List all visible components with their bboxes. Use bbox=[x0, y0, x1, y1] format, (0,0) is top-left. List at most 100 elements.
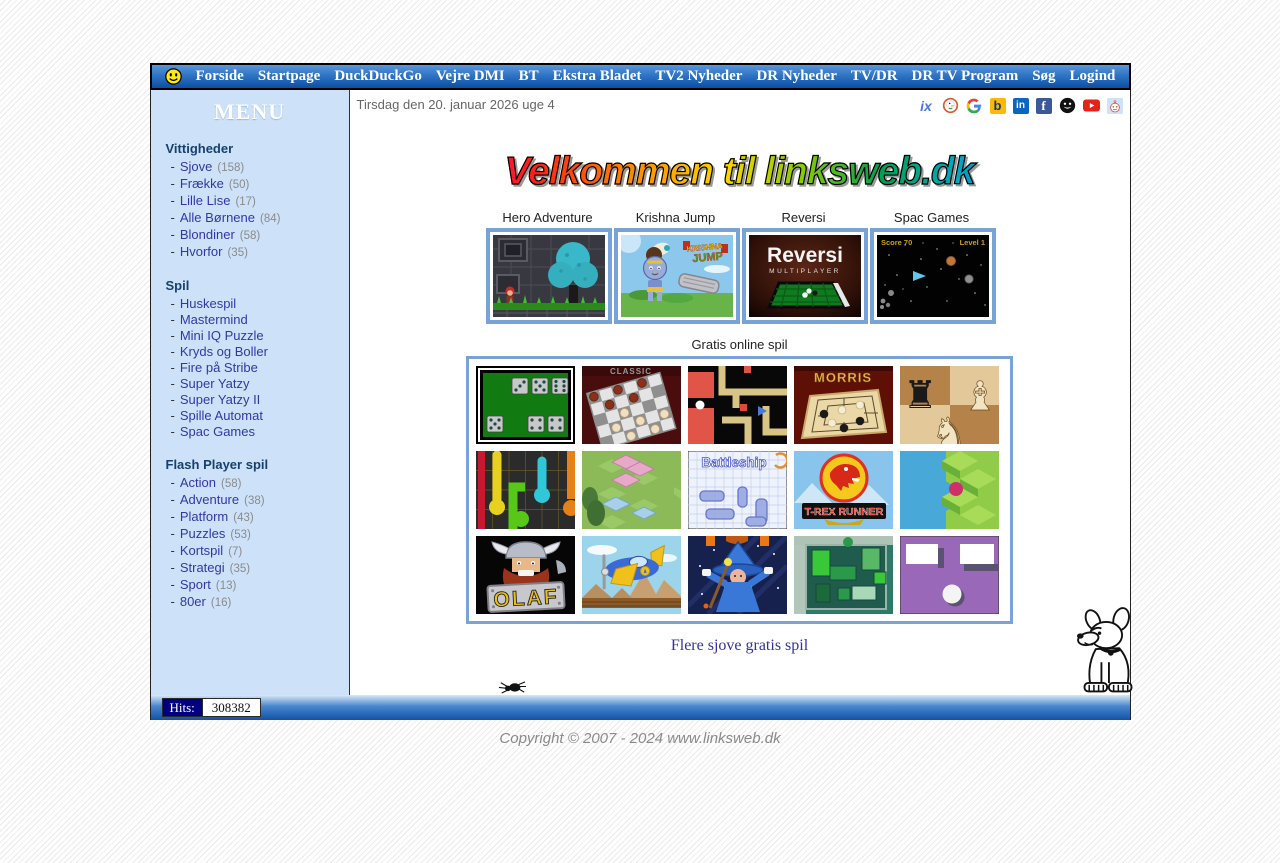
sidebar-link-sjove[interactable]: Sjove bbox=[180, 159, 213, 174]
item-count: (58) bbox=[220, 478, 242, 490]
featured-game-spac-games[interactable]: Score 70 Level 1 bbox=[869, 228, 996, 324]
list-item: - Kortspil (7) bbox=[170, 543, 243, 558]
game-tile-airplane[interactable] bbox=[582, 536, 681, 614]
sidebar-link-kryds-og-boller[interactable]: Kryds og Boller bbox=[180, 344, 268, 359]
section-heading: Spil bbox=[165, 278, 190, 293]
duckduckgo-icon[interactable] bbox=[942, 97, 959, 114]
item-count: (38) bbox=[244, 495, 265, 507]
svg-text:MULTIPLAYER: MULTIPLAYER bbox=[769, 268, 841, 275]
game-tile-wizard[interactable] bbox=[688, 536, 787, 614]
featured-game-hero-adventure[interactable] bbox=[485, 228, 612, 324]
item-count: (17) bbox=[235, 196, 256, 208]
featured-games-row: Hero Adventure Krishna Jump KRISHNA JUMP… bbox=[350, 210, 1130, 329]
featured-game-reversi[interactable]: Reversi MULTIPLAYER bbox=[741, 228, 868, 324]
nav-link-startpage[interactable]: Startpage bbox=[258, 68, 321, 85]
featured-label: Krishna Jump bbox=[635, 210, 716, 225]
list-item: - Strategi (35) bbox=[170, 560, 251, 575]
grid-caption: Gratis online spil bbox=[691, 337, 788, 352]
game-tile-olaf-viking[interactable]: OLAF bbox=[476, 536, 575, 614]
nav-link-dr-tv-program[interactable]: DR TV Program bbox=[912, 68, 1019, 85]
sidebar-link-spille-automat[interactable]: Spille Automat bbox=[180, 408, 263, 423]
game-tile-battleship[interactable]: Battleship bbox=[688, 451, 787, 529]
nav-link-ekstra-bladet[interactable]: Ekstra Bladet bbox=[553, 68, 642, 85]
item-count: (84) bbox=[260, 213, 281, 225]
section-vittigheder: Vittigheder - Sjove (158) - Frække (50) - Lil… bbox=[166, 141, 349, 261]
nav-link-dr-nyheder[interactable]: DR Nyheder bbox=[756, 68, 836, 85]
welcome-title: Velkommen til linksweb.dk bbox=[350, 149, 1130, 194]
item-count: (35) bbox=[227, 247, 248, 259]
dark-smiley-icon[interactable] bbox=[1059, 97, 1076, 114]
list-item: - Super Yatzy bbox=[170, 376, 250, 391]
game-tile-chess[interactable]: ♜ ♝ ♞ bbox=[900, 366, 999, 444]
game-tile-maze-game[interactable] bbox=[688, 366, 787, 444]
game-tile-flow-connect[interactable] bbox=[476, 451, 575, 529]
sidebar-link-mastermind[interactable]: Mastermind bbox=[180, 312, 248, 327]
sidebar-link-puzzles[interactable]: Puzzles bbox=[180, 526, 226, 541]
game-tile-blocks-puzzle[interactable] bbox=[794, 536, 893, 614]
sidebar-link-super-yatzy-ii[interactable]: Super Yatzy II bbox=[180, 392, 260, 407]
game-tile-bounce-ball[interactable] bbox=[900, 536, 999, 614]
game-tile-yatzy-dice[interactable] bbox=[476, 366, 575, 444]
nav-link-vejre-dmi[interactable]: Vejre DMI bbox=[436, 68, 505, 85]
sidebar-link-action[interactable]: Action bbox=[180, 475, 216, 490]
sidebar-link-super-yatzy[interactable]: Super Yatzy bbox=[180, 376, 250, 391]
sidebar-link-mini-iq-puzzle[interactable]: Mini IQ Puzzle bbox=[180, 328, 264, 343]
svg-text:Reversi: Reversi bbox=[767, 244, 843, 267]
sidebar-link-fraekke[interactable]: Frække bbox=[180, 176, 224, 191]
more-games-link[interactable]: Flere sjove gratis spil bbox=[350, 637, 1130, 655]
game-tile-isometric-puzzle[interactable] bbox=[582, 451, 681, 529]
list-item: - Spille Automat bbox=[170, 408, 263, 423]
sidebar-link-adventure[interactable]: Adventure bbox=[180, 492, 239, 507]
sidebar-link-hvorfor[interactable]: Hvorfor bbox=[180, 244, 223, 259]
game-tile-zigzag-ball[interactable] bbox=[900, 451, 999, 529]
sidebar-link-spac-games[interactable]: Spac Games bbox=[180, 424, 255, 439]
game-tile-checkers[interactable]: CLASSIC bbox=[582, 366, 681, 444]
game-tile-nine-mens-morris[interactable]: MORRIS bbox=[794, 366, 893, 444]
item-count: (158) bbox=[217, 162, 245, 174]
list-item: - Lille Lise (17) bbox=[170, 193, 256, 208]
featured-label: Hero Adventure bbox=[502, 210, 593, 225]
google-icon[interactable] bbox=[966, 97, 983, 114]
nav-link-soeg[interactable]: Søg bbox=[1032, 68, 1055, 85]
list-item: - Spac Games bbox=[170, 424, 256, 439]
smiley-icon bbox=[164, 68, 182, 85]
sidebar-link-blondiner[interactable]: Blondiner bbox=[180, 227, 235, 242]
bing-icon[interactable]: b bbox=[989, 97, 1006, 114]
main-content: Tirsdag den 20. januar 2026 uge 4 ix b i… bbox=[349, 90, 1132, 695]
nav-link-forside[interactable]: Forside bbox=[196, 68, 244, 85]
sidebar-link-fire-paa-stribe[interactable]: Fire på Stribe bbox=[180, 360, 258, 375]
hits-value: 308382 bbox=[202, 699, 260, 716]
list-item: - Platform (43) bbox=[170, 509, 254, 524]
featured-game-krishna-jump[interactable]: KRISHNA JUMP bbox=[613, 228, 740, 324]
nav-link-tv-dr[interactable]: TV/DR bbox=[851, 68, 898, 85]
hits-bar: Hits: 308382 bbox=[149, 695, 1131, 720]
game-tile-t-rex-runner[interactable]: T-REX RUNNER bbox=[794, 451, 893, 529]
svg-text:♞: ♞ bbox=[931, 410, 967, 444]
svg-text:CLASSIC: CLASSIC bbox=[610, 367, 652, 376]
sidebar-link-sport[interactable]: Sport bbox=[180, 577, 211, 592]
sidebar-link-80er[interactable]: 80er bbox=[180, 594, 206, 609]
item-count: (53) bbox=[230, 529, 251, 541]
list-item: - Action (58) bbox=[170, 475, 242, 490]
nav-link-bt[interactable]: BT bbox=[519, 68, 539, 85]
sidebar-menu: MENU Vittigheder - Sjove (158) - Frække (50)… bbox=[150, 90, 350, 695]
nav-link-duckduckgo[interactable]: DuckDuckGo bbox=[334, 68, 422, 85]
sidebar-link-kortspil[interactable]: Kortspil bbox=[180, 543, 223, 558]
item-count: (35) bbox=[229, 563, 251, 575]
section-heading: Flash Player spil bbox=[165, 457, 269, 472]
sidebar-link-huskespil[interactable]: Huskespil bbox=[180, 296, 236, 311]
linkedin-icon[interactable]: in bbox=[1012, 97, 1029, 114]
facebook-icon[interactable]: f bbox=[1035, 97, 1052, 114]
ix-icon[interactable]: ix bbox=[918, 97, 935, 114]
section-heading: Vittigheder bbox=[165, 141, 234, 156]
nav-link-logind[interactable]: Logind bbox=[1070, 68, 1116, 85]
content-row: MENU Vittigheder - Sjove (158) - Frække (50)… bbox=[149, 90, 1132, 695]
sidebar-link-alle-boernene[interactable]: Alle Børnene bbox=[180, 210, 255, 225]
list-item: - Alle Børnene (84) bbox=[170, 210, 281, 225]
sidebar-link-lille-lise[interactable]: Lille Lise bbox=[180, 193, 231, 208]
reddit-icon[interactable] bbox=[1107, 97, 1124, 114]
sidebar-link-platform[interactable]: Platform bbox=[180, 509, 228, 524]
sidebar-link-strategi[interactable]: Strategi bbox=[180, 560, 225, 575]
nav-link-tv2-nyheder[interactable]: TV2 Nyheder bbox=[655, 68, 742, 85]
youtube-icon[interactable] bbox=[1082, 97, 1100, 114]
